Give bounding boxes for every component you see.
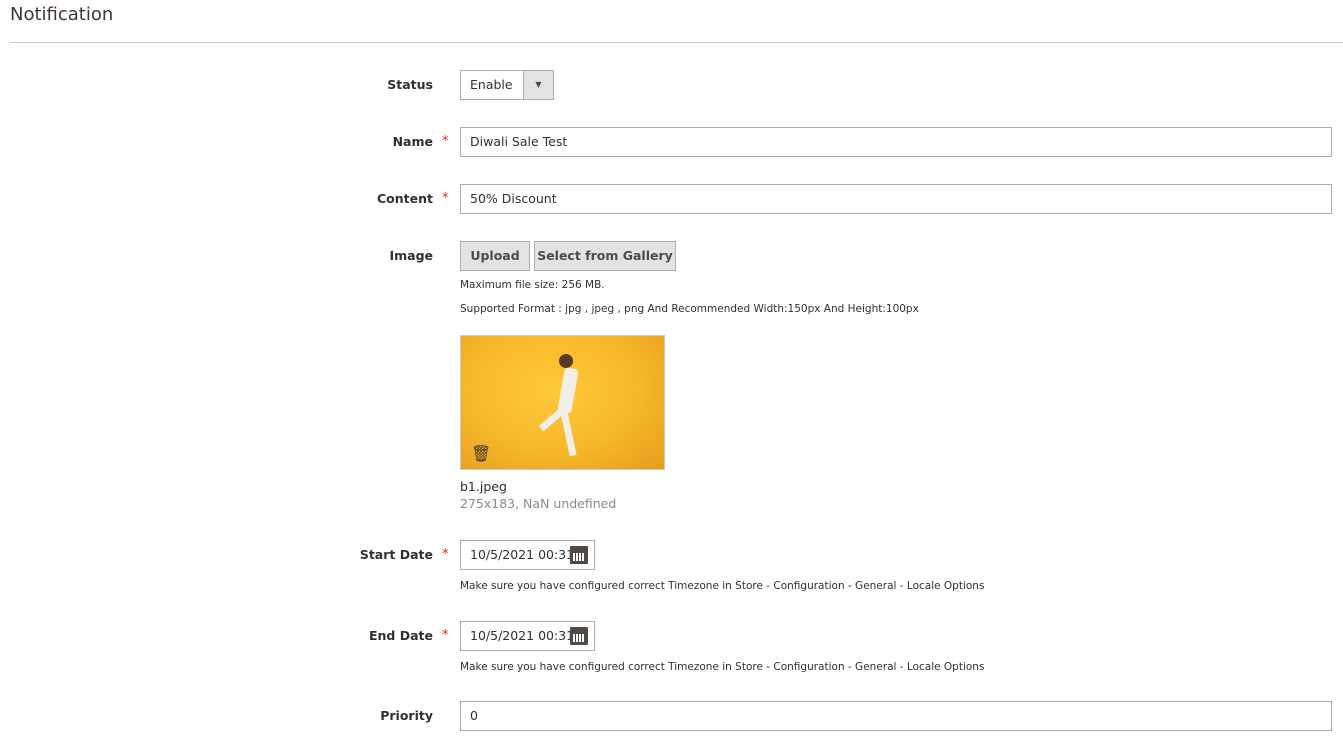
timezone-note: Make sure you have configured correct Ti…	[460, 661, 985, 673]
file-info: 275x183, NaN undefined	[460, 496, 617, 511]
required-mark: *	[442, 547, 449, 562]
supported-format-note: Supported Format : jpg , jpeg , png And …	[460, 303, 919, 315]
figure-head	[559, 354, 573, 368]
required-mark: *	[442, 191, 449, 206]
image-preview: 🗑	[460, 335, 665, 470]
chevron-down-icon[interactable]: ▼	[523, 71, 553, 99]
section-title: Notification	[10, 4, 114, 25]
end-date-value: 10/5/2021 00:31	[470, 628, 575, 643]
divider	[10, 42, 1343, 43]
start-date-label: Start Date	[359, 547, 433, 562]
upload-button[interactable]: Upload	[460, 241, 530, 271]
start-date-input[interactable]: 10/5/2021 00:31	[460, 540, 595, 570]
max-file-size-note: Maximum file size: 256 MB.	[460, 279, 605, 291]
name-input[interactable]: Diwali Sale Test	[460, 127, 1332, 157]
trash-icon[interactable]: 🗑	[471, 444, 491, 463]
calendar-icon[interactable]	[570, 627, 588, 645]
status-label: Status	[387, 77, 433, 92]
end-date-label: End Date	[368, 628, 433, 643]
content-label: Content	[377, 191, 433, 206]
image-label: Image	[389, 248, 433, 263]
priority-input[interactable]: 0	[460, 701, 1332, 731]
status-select[interactable]: Enable ▼	[460, 70, 554, 100]
content-input[interactable]: 50% Discount	[460, 184, 1332, 214]
required-mark: *	[442, 628, 449, 643]
select-from-gallery-button[interactable]: Select from Gallery	[534, 241, 676, 271]
status-value: Enable	[470, 77, 513, 92]
end-date-input[interactable]: 10/5/2021 00:31	[460, 621, 595, 651]
start-date-value: 10/5/2021 00:31	[470, 547, 575, 562]
priority-label: Priority	[380, 708, 433, 723]
file-name: b1.jpeg	[460, 479, 507, 494]
figure-leg	[560, 410, 577, 457]
required-mark: *	[442, 134, 449, 149]
calendar-icon[interactable]	[570, 546, 588, 564]
timezone-note: Make sure you have configured correct Ti…	[460, 580, 985, 592]
name-label: Name	[392, 134, 433, 149]
